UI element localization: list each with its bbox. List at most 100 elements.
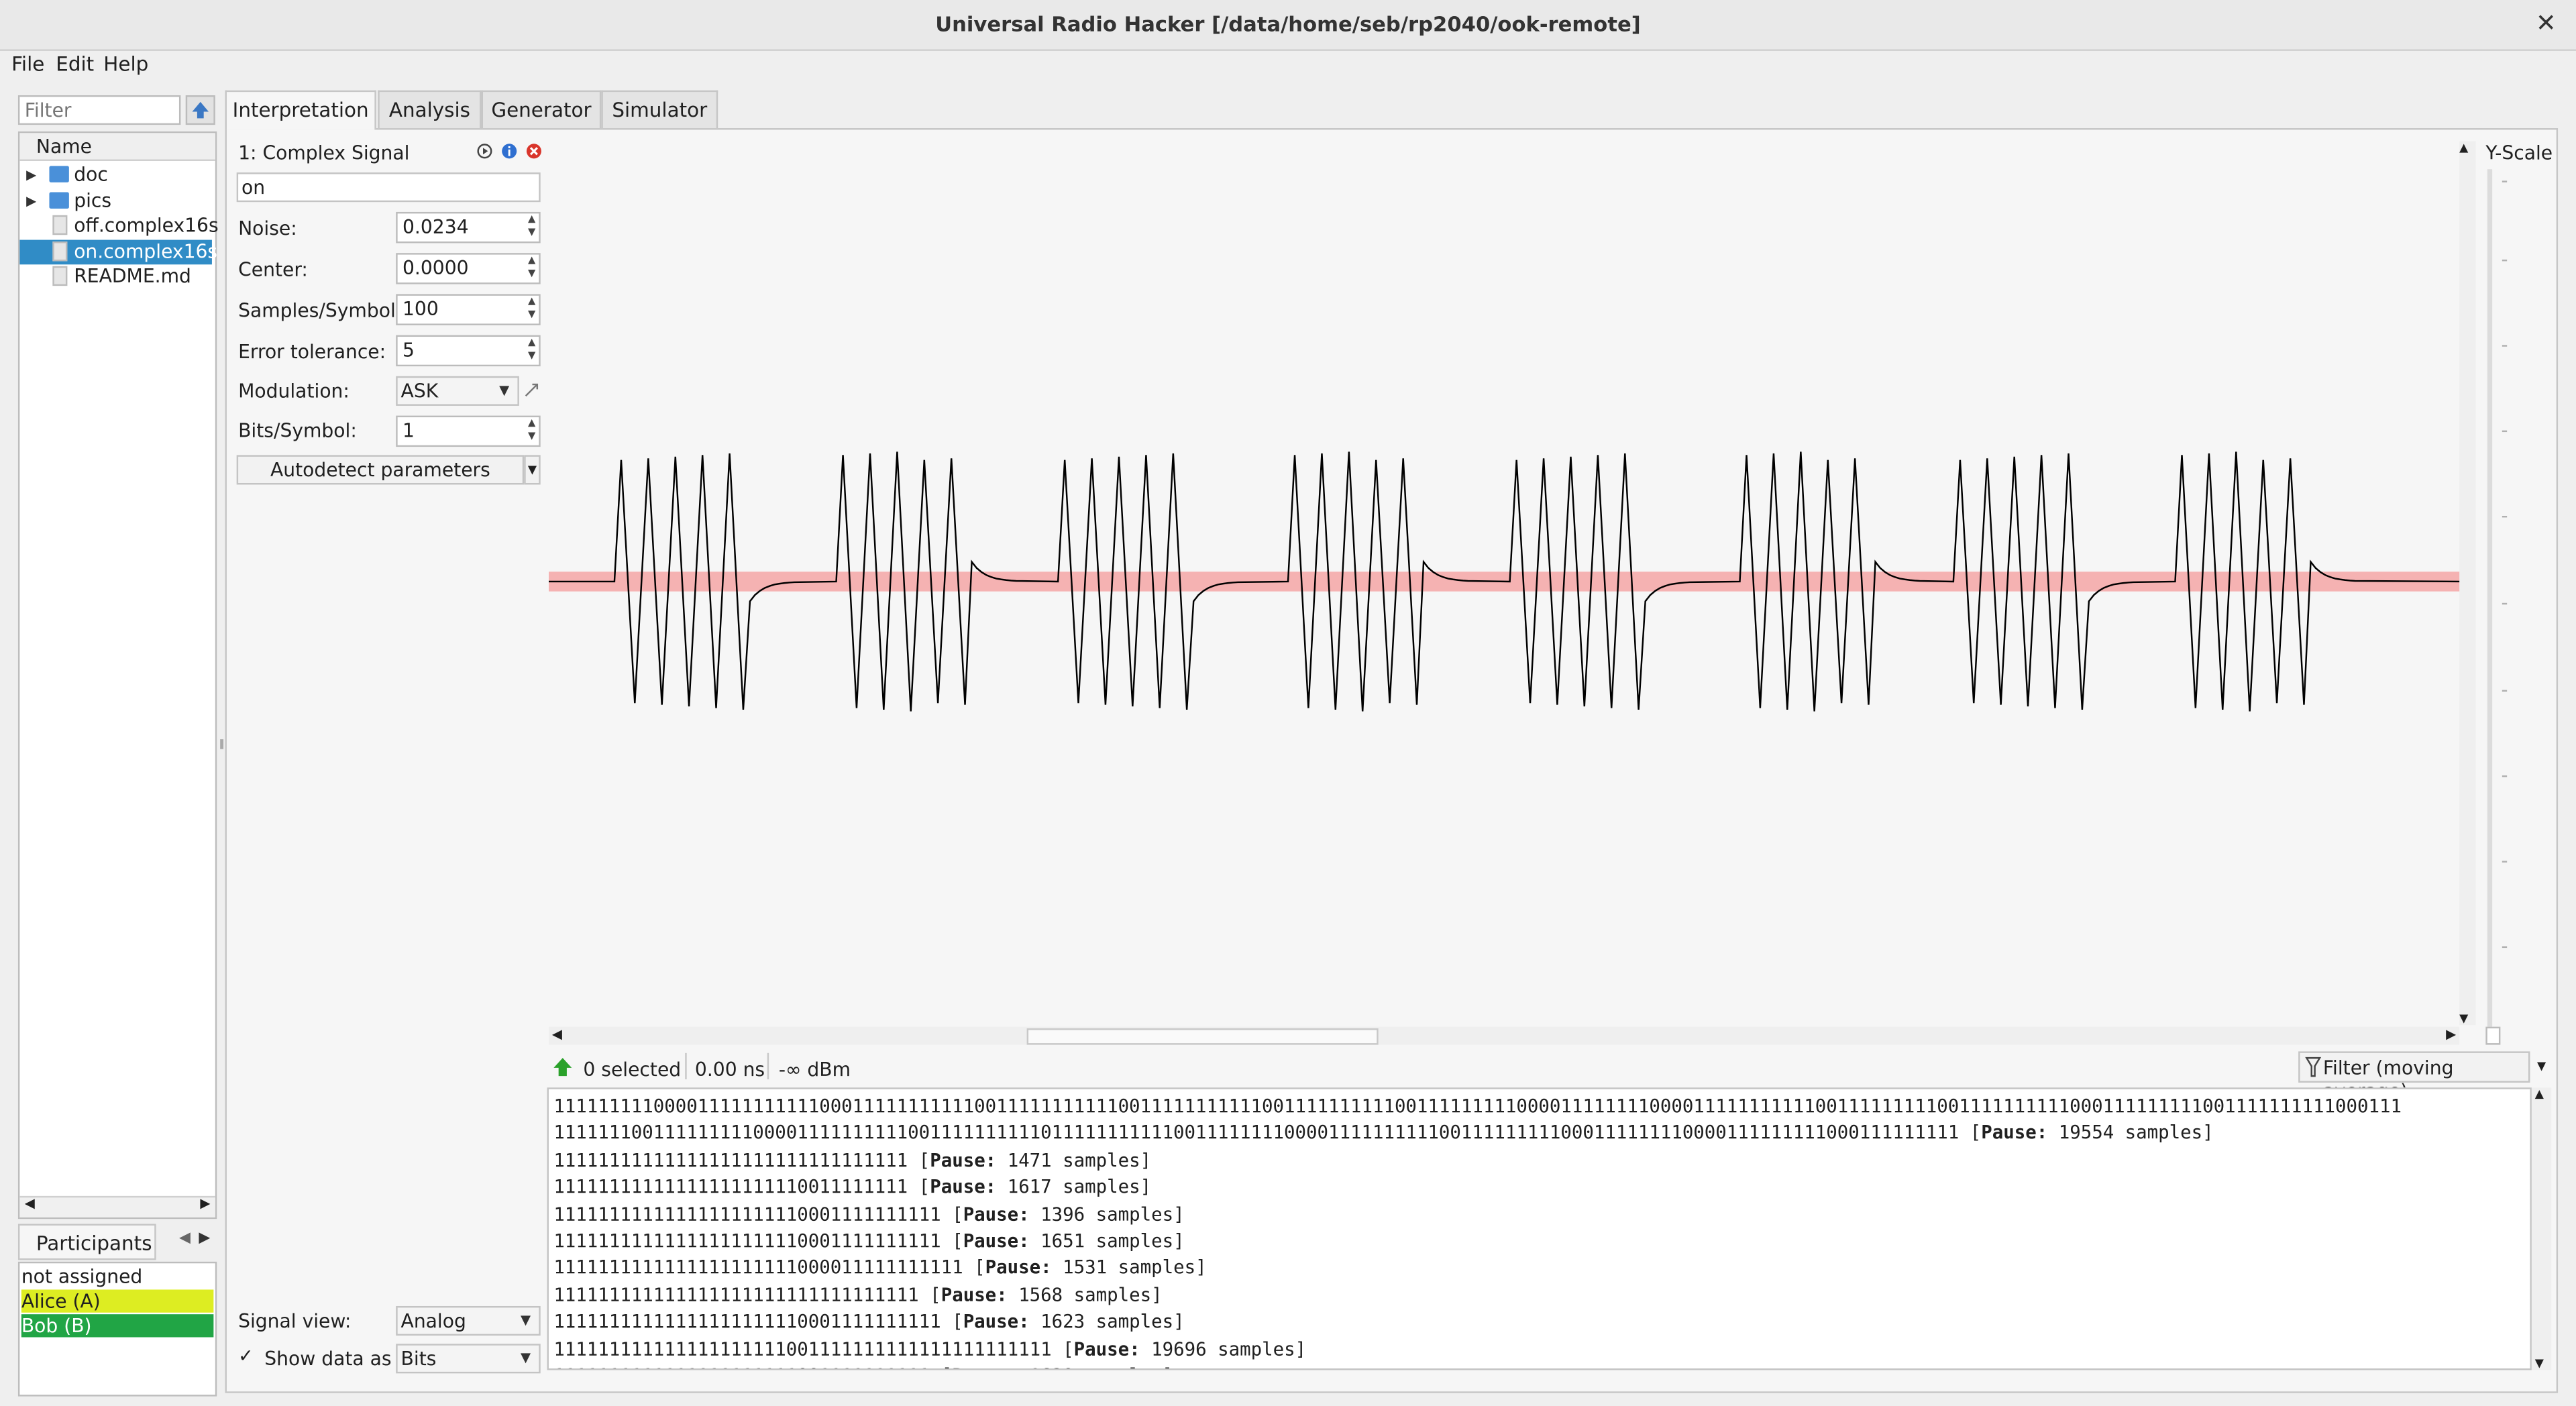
close-signal-icon[interactable] [526, 143, 542, 159]
data-line: 1111111110000111111111110001111111111100… [553, 1094, 2402, 1121]
participants-list: not assigned Alice (A) Bob (B) [17, 1261, 217, 1397]
tree-item-label: README.md [74, 264, 191, 288]
menu-help[interactable]: Help [103, 52, 148, 75]
autodetect-menu-icon[interactable]: ▼ [524, 455, 541, 485]
tree-item-off-complex16s[interactable]: off.complex16s [19, 213, 219, 238]
tab-participants[interactable]: Participants [17, 1224, 156, 1260]
bits-per-symbol-spinbox[interactable]: 1 ▲ ▼ [396, 415, 541, 447]
data-line: 1111111111111111111111001111111111 [Paus… [553, 1364, 2402, 1368]
data-bits: 111111111111111111111111111111111 [553, 1284, 930, 1306]
pause-label: Pause: [963, 1230, 1041, 1252]
show-data-checkbox[interactable]: ✓ [238, 1347, 256, 1365]
data-bits: 11111111111111111111110001111111111 [553, 1311, 953, 1333]
play-icon[interactable] [476, 143, 492, 159]
file-tree: Name ▶ doc ▶ pics off.complex16s on.comp… [17, 131, 219, 1220]
menu-edit[interactable]: Edit [56, 52, 94, 75]
signal-name-input[interactable]: on [236, 172, 541, 203]
modulation-settings-icon[interactable] [523, 381, 541, 399]
show-selection-icon[interactable] [552, 1057, 574, 1078]
show-data-value: Bits [400, 1347, 437, 1370]
signal-view-select[interactable]: Analog ▼ [396, 1305, 541, 1336]
scroll-up-icon[interactable]: ▲ [2459, 142, 2468, 155]
error-tolerance-spinbox[interactable]: 5 ▲ ▼ [396, 335, 541, 367]
file-icon [52, 266, 68, 286]
scroll-down-icon[interactable]: ▼ [2459, 1012, 2468, 1026]
splitter-handle[interactable] [220, 739, 224, 749]
tab-generator[interactable]: Generator [481, 90, 602, 129]
show-data-select[interactable]: Bits ▼ [396, 1344, 541, 1374]
spin-arrows-icon[interactable]: ▲ ▼ [528, 255, 535, 281]
scroll-right-icon[interactable]: ▶ [2446, 1027, 2456, 1042]
samples-per-symbol-spinbox[interactable]: 100 ▲ ▼ [396, 294, 541, 325]
signal-waveform[interactable] [548, 142, 2461, 1028]
filter-menu-icon[interactable]: ▼ [2532, 1051, 2551, 1083]
yscale-handle[interactable] [2485, 1026, 2501, 1045]
file-filter-input[interactable] [17, 95, 181, 125]
modulation-select[interactable]: ASK ▼ [396, 376, 519, 406]
noise-spinbox[interactable]: 0.0234 ▲ ▼ [396, 211, 541, 244]
data-vscrollbar[interactable]: ▲ ▼ [2531, 1087, 2552, 1370]
spin-arrows-icon[interactable]: ▲ ▼ [528, 296, 535, 322]
tab-interpretation[interactable]: Interpretation [225, 90, 376, 130]
hscroll-thumb[interactable] [1026, 1028, 1379, 1045]
spin-arrows-icon[interactable]: ▲ ▼ [528, 417, 535, 443]
tree-item-doc[interactable]: ▶ doc [19, 162, 212, 187]
yscale-tick [2502, 602, 2508, 605]
divider [767, 1052, 769, 1079]
pause-value: 1396 samples] [1040, 1203, 1185, 1226]
modulation-value: ASK [400, 379, 439, 403]
tree-hscrollbar[interactable]: ◀ ▶ [19, 1195, 215, 1218]
autodetect-button[interactable]: Autodetect parameters [236, 455, 525, 485]
bps-value: 1 [402, 419, 415, 442]
expand-arrow-icon[interactable]: ▶ [26, 162, 36, 187]
yscale-slider-track[interactable] [2487, 169, 2493, 1027]
folder-icon [49, 192, 69, 209]
info-icon[interactable] [501, 143, 517, 159]
menu-file[interactable]: File [11, 52, 44, 75]
participant-not-assigned[interactable]: not assigned [21, 1265, 214, 1288]
pause-value: 1471 samples] [1007, 1149, 1152, 1171]
tab-simulator[interactable]: Simulator [601, 90, 718, 129]
scroll-down-icon[interactable]: ▼ [2535, 1357, 2544, 1370]
tree-item-on-complex16s[interactable]: on.complex16s [19, 239, 217, 265]
scroll-left-icon[interactable]: ◀ [25, 1196, 35, 1211]
filter-button[interactable]: Filter (moving average) [2298, 1051, 2530, 1102]
go-up-button[interactable] [185, 95, 215, 125]
close-window-icon[interactable]: ✕ [2536, 8, 2557, 38]
pause-value: 1531 samples] [1063, 1257, 1207, 1279]
tree-item-label: pics [74, 188, 112, 212]
pause-value: 1617 samples] [1007, 1177, 1152, 1198]
participant-bob[interactable]: Bob (B) [21, 1314, 214, 1338]
demodulated-data-view[interactable]: 1111111110000111111111110001111111111100… [547, 1087, 2532, 1370]
spin-arrows-icon[interactable]: ▲ ▼ [528, 213, 535, 239]
yscale-label: Y-Scale [2485, 141, 2553, 164]
spin-arrows-icon[interactable]: ▲ ▼ [528, 337, 535, 363]
tree-item-pics[interactable]: ▶ pics [19, 189, 212, 214]
scroll-left-icon[interactable]: ◀ [552, 1027, 562, 1042]
pause-label: Pause: [963, 1203, 1041, 1226]
pause-label: Pause: [1073, 1338, 1152, 1360]
menu-bar: File Edit Help [0, 49, 2576, 82]
tab-scroll-right-icon[interactable]: ▶ [199, 1230, 210, 1246]
data-line: 1111111111111111111110011111111111111111… [553, 1338, 1307, 1360]
data-line: 11111111111111111111110001111111111 [Pau… [553, 1203, 1185, 1226]
selection-duration: 0.00 ns [694, 1058, 765, 1081]
folder-icon [49, 166, 69, 182]
pause-label: Pause: [930, 1177, 1008, 1198]
up-arrow-icon [192, 101, 209, 119]
scroll-up-icon[interactable]: ▲ [2535, 1087, 2544, 1101]
tree-item-readme[interactable]: README.md [19, 264, 212, 289]
signal-header: 1: Complex Signal [238, 141, 410, 164]
scroll-right-icon[interactable]: ▶ [200, 1196, 210, 1211]
pause-label: Pause: [941, 1284, 1019, 1306]
tab-scroll-left-icon[interactable]: ◀ [179, 1230, 191, 1246]
expand-arrow-icon[interactable]: ▶ [26, 189, 36, 214]
tab-analysis[interactable]: Analysis [378, 90, 482, 129]
center-spinbox[interactable]: 0.0000 ▲ ▼ [396, 253, 541, 284]
error-tolerance-label: Error tolerance: [238, 339, 386, 364]
signal-view-value: Analog [400, 1309, 466, 1333]
waveform-hscrollbar[interactable]: ◀ ▶ [548, 1026, 2460, 1045]
modulation-label: Modulation: [238, 379, 350, 403]
waveform-vscrollbar[interactable]: ▲ ▼ [2459, 141, 2476, 1026]
participant-alice[interactable]: Alice (A) [21, 1289, 214, 1313]
